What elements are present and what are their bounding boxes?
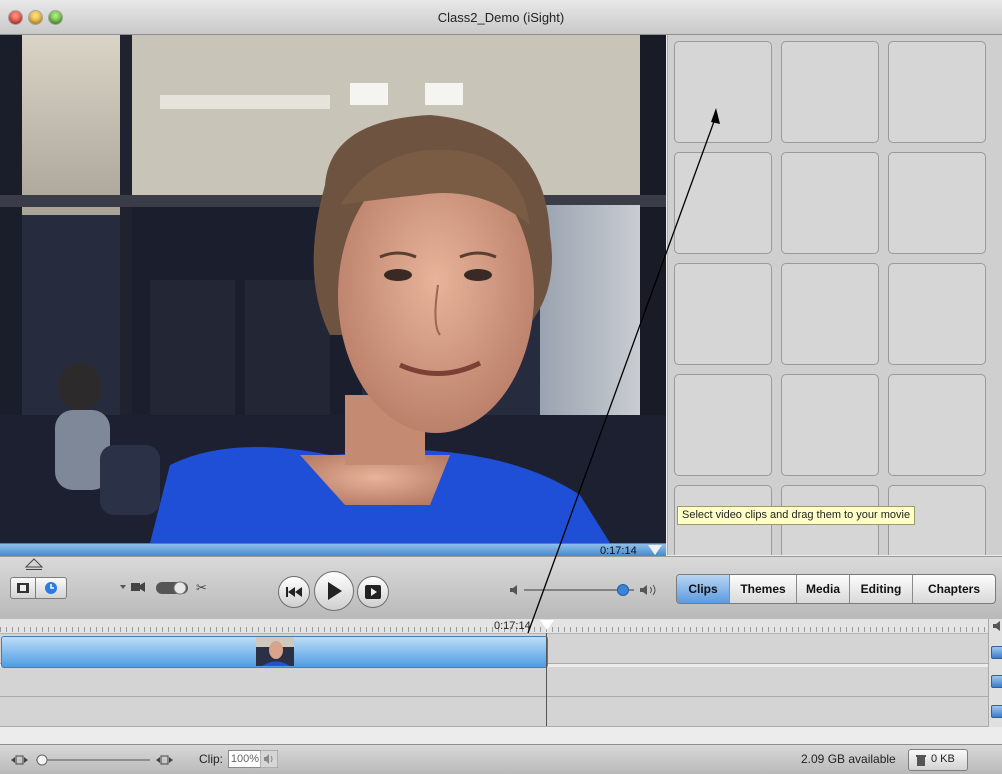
trash-icon [916, 755, 926, 766]
timeline-timecode: 0:17:14 [494, 620, 531, 632]
video-track-checkbox[interactable] [991, 646, 1002, 659]
clip-slot[interactable] [888, 152, 986, 254]
video-viewer[interactable] [0, 35, 666, 543]
play-icon [328, 582, 342, 600]
tab-media[interactable]: Media [797, 575, 850, 603]
clip-slot[interactable] [674, 263, 772, 365]
timeline-video-clip[interactable] [1, 636, 548, 668]
clip-slot[interactable] [888, 41, 986, 143]
timeline-view-button[interactable] [35, 577, 67, 599]
eject-icon[interactable] [24, 557, 44, 571]
zoom-button[interactable] [49, 11, 62, 24]
clip-slot[interactable] [674, 152, 772, 254]
disk-space-label: 2.09 GB available [801, 752, 896, 766]
clip-volume-icon[interactable] [260, 750, 278, 768]
fullscreen-play-button[interactable] [357, 576, 389, 608]
rewind-button[interactable] [278, 576, 310, 608]
audio-track-2[interactable] [0, 697, 988, 727]
trash-size: 0 KB [931, 753, 955, 765]
clip-volume-label: Clip: [199, 752, 224, 766]
clip-slot[interactable] [674, 41, 772, 143]
clip-slot[interactable] [888, 374, 986, 476]
volume-slider[interactable] [508, 581, 658, 599]
audio-track-1-checkbox[interactable] [991, 675, 1002, 688]
pane-tabs: Clips Themes Media Editing Chapters [676, 574, 996, 604]
clip-slot[interactable] [781, 263, 879, 365]
status-bar: Clip: 100% 2.09 GB available 0 KB [0, 744, 1002, 774]
clock-icon [45, 582, 57, 594]
camera-mode-switch[interactable]: ✂ [118, 579, 208, 597]
clip-slot[interactable] [781, 374, 879, 476]
video-frame [0, 35, 666, 543]
tab-themes[interactable]: Themes [730, 575, 797, 603]
playhead-line [546, 633, 547, 726]
clip-volume-field[interactable]: 100% [228, 750, 262, 768]
viewer-scrubber[interactable]: 0:17:14 [0, 543, 666, 557]
scrubber-playhead[interactable] [648, 545, 662, 555]
clip-slot[interactable] [781, 152, 879, 254]
close-button[interactable] [9, 11, 22, 24]
fullscreen-play-icon [365, 585, 381, 599]
clip-thumbnail [256, 637, 294, 666]
tab-clips[interactable]: Clips [677, 575, 730, 603]
timeline-spacer [0, 727, 1002, 744]
clip-view-button[interactable] [10, 577, 36, 599]
minimize-button[interactable] [29, 11, 42, 24]
clip-slot[interactable] [888, 263, 986, 365]
control-toolbar: ✂ Clips Themes Media Editing Chapters [0, 556, 1002, 619]
audio-track-1[interactable] [0, 667, 988, 697]
audio-track-2-checkbox[interactable] [991, 705, 1002, 718]
timeline-playhead[interactable] [540, 620, 554, 630]
window-title: Class2_Demo (iSight) [437, 10, 565, 25]
tab-chapters[interactable]: Chapters [913, 575, 995, 603]
speaker-icon [993, 621, 1000, 631]
timeline-zoom-slider[interactable] [10, 753, 175, 767]
clip-slot[interactable] [781, 41, 879, 143]
tab-editing[interactable]: Editing [850, 575, 913, 603]
drag-hint-tooltip: Select video clips and drag them to your… [677, 506, 916, 525]
film-icon [17, 583, 29, 593]
clips-pane[interactable] [667, 35, 1002, 555]
rewind-icon [286, 587, 302, 597]
svg-text:✂: ✂ [196, 581, 207, 596]
trash-button[interactable]: 0 KB [908, 749, 968, 771]
play-button[interactable] [314, 571, 354, 611]
clip-slot[interactable] [674, 374, 772, 476]
